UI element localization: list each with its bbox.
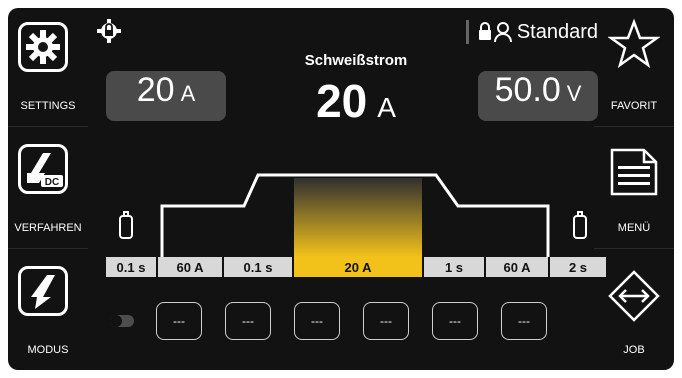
prepurge-time[interactable]: 0.1 s <box>106 257 156 277</box>
main-panel: Standard Schweißstrom 20 A 20 A 50.0 V 0… <box>96 8 608 370</box>
postpurge-time[interactable]: 2 s <box>550 257 606 277</box>
welding-sequence-curve <box>119 173 587 257</box>
start-current[interactable]: 60 A <box>158 257 222 277</box>
program-toggle[interactable] <box>110 315 134 327</box>
program-slot-3[interactable]: --- <box>294 302 340 340</box>
settings-button[interactable]: SETTINGS <box>8 8 88 127</box>
user-mode-indicator[interactable]: Standard <box>465 20 598 44</box>
end-current[interactable]: 60 A <box>486 257 548 277</box>
menu-document-icon <box>610 148 658 196</box>
dc-badge: DC <box>45 177 59 188</box>
lock-user-icon <box>478 22 512 43</box>
settings-label: SETTINGS <box>20 100 76 112</box>
voltage-value: 50.0 <box>494 71 561 109</box>
current-unit: A <box>377 92 396 123</box>
voltage-box[interactable]: 50.0 V <box>478 71 598 121</box>
gear-icon <box>18 22 68 72</box>
gear-lock-icon[interactable] <box>96 18 122 44</box>
verfahren-button[interactable]: DC VERFAHREN <box>8 130 88 249</box>
pencil-icon <box>18 266 68 316</box>
welding-screen: SETTINGS DC VERFAHREN MODUS FAVORIT MENÜ… <box>8 8 674 370</box>
downslope-time[interactable]: 1 s <box>424 257 484 277</box>
active-segment-highlight <box>294 178 422 257</box>
left-current-value: 20 <box>136 71 175 109</box>
voltage-unit: V <box>566 81 582 106</box>
toggle-knob <box>110 315 122 327</box>
modus-label: MODUS <box>27 344 69 356</box>
program-slot-5[interactable]: --- <box>432 302 478 340</box>
current-title: Schweißstrom <box>304 52 408 69</box>
welding-torch-dc-icon: DC <box>18 144 68 194</box>
welding-current[interactable]: 20 A <box>294 257 422 277</box>
modus-button[interactable]: MODUS <box>8 252 88 370</box>
left-current-box[interactable]: 20 A <box>106 71 226 121</box>
program-slot-6[interactable]: --- <box>501 302 547 340</box>
upslope-time[interactable]: 0.1 s <box>224 257 292 277</box>
left-current-unit: A <box>180 81 196 106</box>
program-slot-2[interactable]: --- <box>225 302 271 340</box>
program-slot-1[interactable]: --- <box>156 302 202 340</box>
gas-prepurge-icon <box>119 211 133 239</box>
divider <box>465 20 469 44</box>
gas-postpurge-icon <box>573 211 587 239</box>
verfahren-label: VERFAHREN <box>14 222 82 234</box>
current-value-display[interactable]: 20 A <box>276 74 436 128</box>
star-icon <box>608 18 660 69</box>
job-arrows-icon <box>608 270 660 322</box>
user-mode-label: Standard <box>516 20 598 43</box>
program-slot-4[interactable]: --- <box>363 302 409 340</box>
current-value: 20 <box>316 75 368 127</box>
